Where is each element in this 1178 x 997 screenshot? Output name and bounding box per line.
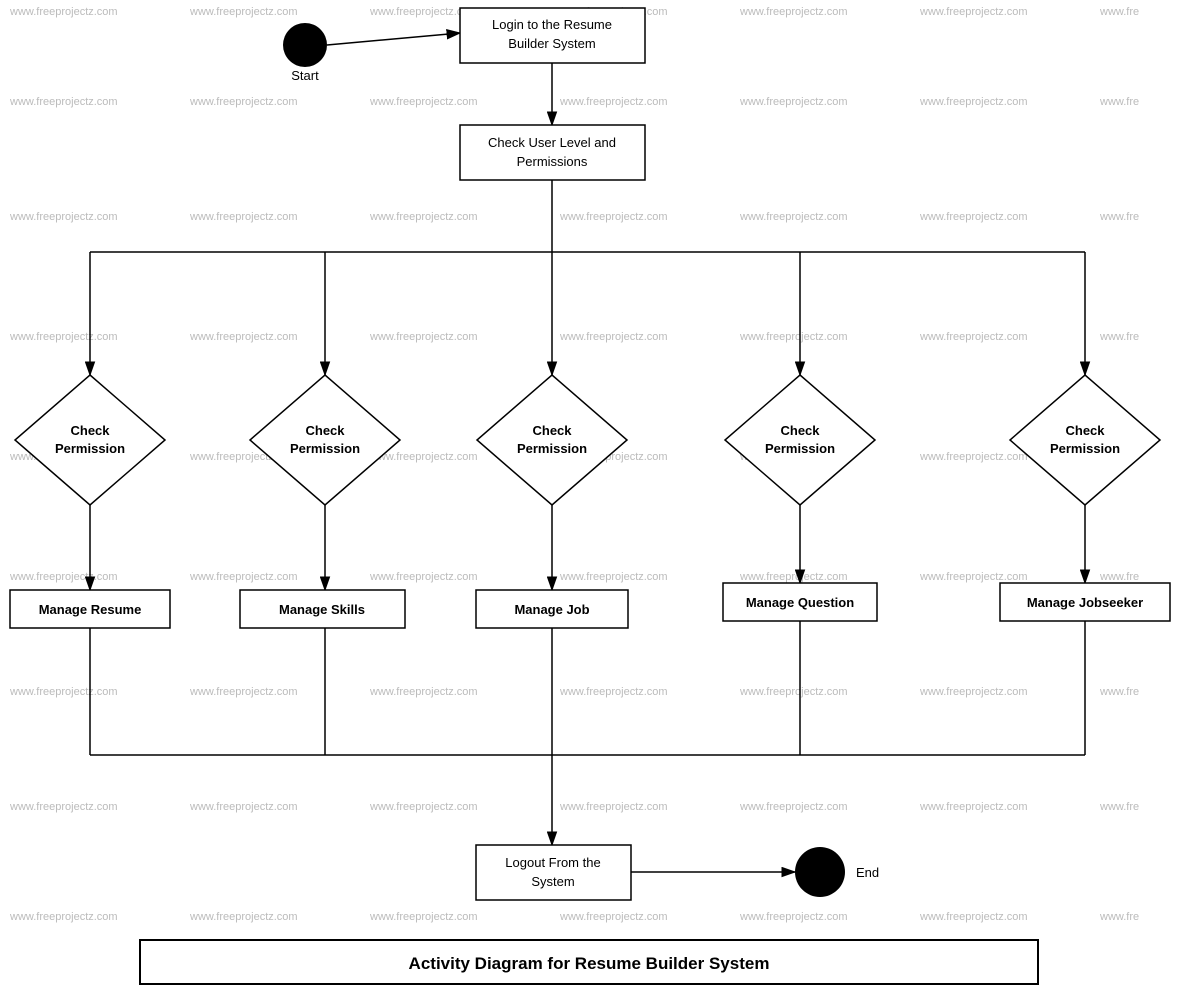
diamond1-text1: Check (70, 423, 110, 438)
svg-text:www.freeprojectz.com: www.freeprojectz.com (739, 6, 848, 18)
manage-resume-text: Manage Resume (39, 602, 142, 617)
svg-text:www.freeprojectz.com: www.freeprojectz.com (9, 6, 118, 18)
svg-text:www.freeprojectz.com: www.freeprojectz.com (369, 211, 478, 223)
svg-text:www.freeprojectz.com: www.freeprojectz.com (739, 96, 848, 108)
svg-text:www.freeprojectz.com: www.freeprojectz.com (9, 911, 118, 923)
diamond2-text1: Check (305, 423, 345, 438)
login-text-line2: Builder System (508, 36, 595, 51)
start-label: Start (291, 68, 319, 83)
svg-text:www.freeprojectz.com: www.freeprojectz.com (739, 686, 848, 698)
logout-box (476, 845, 631, 900)
manage-question-text: Manage Question (746, 595, 854, 610)
end-circle (795, 847, 845, 897)
svg-text:www.freeprojectz.com: www.freeprojectz.com (189, 96, 298, 108)
diamond4 (725, 375, 875, 505)
svg-text:www.freeprojectz.com: www.freeprojectz.com (739, 911, 848, 923)
diamond4-text2: Permission (765, 441, 835, 456)
svg-text:www.freeprojectz.com: www.freeprojectz.com (739, 571, 848, 583)
svg-text:www.freeprojectz.com: www.freeprojectz.com (739, 211, 848, 223)
svg-text:www.fre: www.fre (1099, 686, 1139, 698)
svg-text:www.freeprojectz.com: www.freeprojectz.com (919, 801, 1028, 813)
svg-text:www.fre: www.fre (1099, 571, 1139, 583)
svg-text:www.freeprojectz.com: www.freeprojectz.com (919, 6, 1028, 18)
svg-text:www.freeprojectz.com: www.freeprojectz.com (369, 96, 478, 108)
diamond5 (1010, 375, 1160, 505)
logout-text1: Logout From the (505, 855, 600, 870)
svg-text:www.fre: www.fre (1099, 911, 1139, 923)
svg-text:www.freeprojectz.com: www.freeprojectz.com (559, 211, 668, 223)
svg-text:www.freeprojectz.com: www.freeprojectz.com (919, 571, 1028, 583)
svg-text:www.freeprojectz.com: www.freeprojectz.com (189, 801, 298, 813)
svg-text:www.freeprojectz.com: www.freeprojectz.com (189, 211, 298, 223)
svg-text:www.freeprojectz.com: www.freeprojectz.com (919, 96, 1028, 108)
svg-text:www.freeprojectz.com: www.freeprojectz.com (369, 801, 478, 813)
svg-text:www.freeprojectz.com: www.freeprojectz.com (559, 96, 668, 108)
svg-text:www.freeprojectz.com: www.freeprojectz.com (739, 801, 848, 813)
svg-text:www.freeprojectz.com: www.freeprojectz.com (919, 211, 1028, 223)
svg-text:www.freeprojectz.com: www.freeprojectz.com (739, 331, 848, 343)
svg-text:www.freeprojectz.com: www.freeprojectz.com (919, 451, 1028, 463)
svg-text:www.freeprojectz.com: www.freeprojectz.com (9, 571, 118, 583)
svg-text:www.freeprojectz.com: www.freeprojectz.com (919, 331, 1028, 343)
svg-text:www.freeprojectz.com: www.freeprojectz.com (9, 211, 118, 223)
svg-text:www.freeprojectz.com: www.freeprojectz.com (9, 96, 118, 108)
diamond3 (477, 375, 627, 505)
svg-text:www.freeprojectz.com: www.freeprojectz.com (189, 911, 298, 923)
svg-text:www.fre: www.fre (1099, 96, 1139, 108)
diamond1-text2: Permission (55, 441, 125, 456)
svg-text:www.freeprojectz.com: www.freeprojectz.com (559, 331, 668, 343)
check-user-box (460, 125, 645, 180)
svg-text:www.freeprojectz.com: www.freeprojectz.com (9, 801, 118, 813)
svg-text:www.freeprojectz.com: www.freeprojectz.com (9, 686, 118, 698)
svg-text:www.freeprojectz.com: www.freeprojectz.com (559, 911, 668, 923)
diamond3-text1: Check (532, 423, 572, 438)
svg-text:www.freeprojectz.com: www.freeprojectz.com (369, 571, 478, 583)
diamond4-text1: Check (780, 423, 820, 438)
svg-text:www.freeprojectz.com: www.freeprojectz.com (369, 331, 478, 343)
svg-text:www.freeprojectz.com: www.freeprojectz.com (559, 801, 668, 813)
svg-text:www.freeprojectz.com: www.freeprojectz.com (919, 911, 1028, 923)
svg-text:www.freeprojectz.com: www.freeprojectz.com (189, 571, 298, 583)
diamond2-text2: Permission (290, 441, 360, 456)
svg-text:www.freeprojectz.com: www.freeprojectz.com (189, 686, 298, 698)
svg-text:www.freeprojectz.com: www.freeprojectz.com (559, 686, 668, 698)
diamond3-text2: Permission (517, 441, 587, 456)
svg-text:www.freeprojectz.com: www.freeprojectz.com (9, 331, 118, 343)
svg-text:www.freeprojectz.com: www.freeprojectz.com (189, 331, 298, 343)
login-text-line1: Login to the Resume (492, 17, 612, 32)
diamond5-text1: Check (1065, 423, 1105, 438)
diamond1 (15, 375, 165, 505)
svg-text:www.freeprojectz.com: www.freeprojectz.com (369, 686, 478, 698)
svg-text:www.freeprojectz.com: www.freeprojectz.com (369, 911, 478, 923)
start-circle (283, 23, 327, 67)
svg-text:www.freeprojectz.com: www.freeprojectz.com (559, 571, 668, 583)
check-user-text2: Permissions (517, 154, 588, 169)
svg-text:www.freeprojectz.com: www.freeprojectz.com (919, 686, 1028, 698)
diamond2 (250, 375, 400, 505)
diagram-title: Activity Diagram for Resume Builder Syst… (409, 954, 770, 973)
svg-text:www.fre: www.fre (1099, 6, 1139, 18)
manage-skills-text: Manage Skills (279, 602, 365, 617)
svg-text:www.fre: www.fre (1099, 331, 1139, 343)
svg-text:www.freeprojectz.com: www.freeprojectz.com (189, 6, 298, 18)
manage-job-text: Manage Job (514, 602, 589, 617)
logout-text2: System (531, 874, 574, 889)
manage-jobseeker-text: Manage Jobseeker (1027, 595, 1143, 610)
svg-text:www.fre: www.fre (1099, 801, 1139, 813)
end-label: End (856, 865, 879, 880)
diamond5-text2: Permission (1050, 441, 1120, 456)
svg-text:www.fre: www.fre (1099, 211, 1139, 223)
check-user-text1: Check User Level and (488, 135, 616, 150)
